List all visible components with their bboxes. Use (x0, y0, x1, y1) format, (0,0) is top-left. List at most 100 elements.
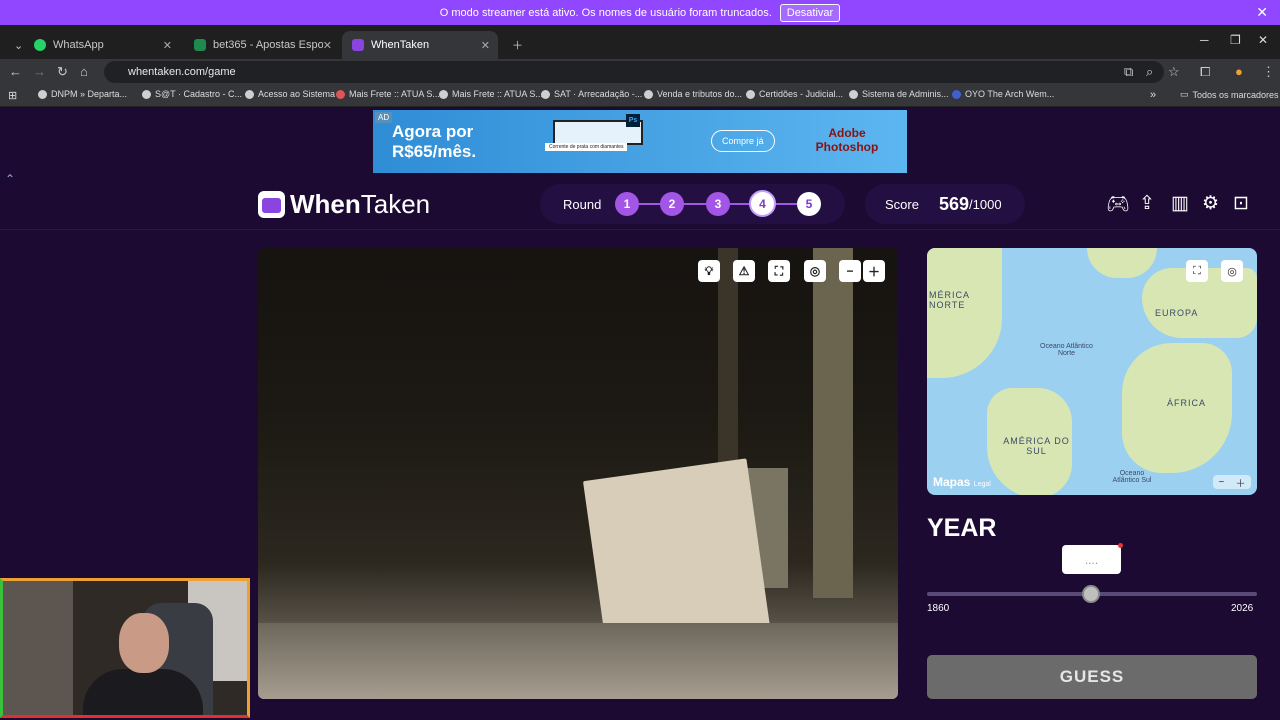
address-bar-row: ← → ↻ ⌂ whentaken.com/game ⧉ ⌕ ☆ ⧠ ● ⋮ (0, 59, 1280, 85)
bookmarks-bar: ⊞ DNPM » Departa... S@T · Cadastro - C..… (0, 85, 1280, 107)
minimize-icon[interactable]: ─ (1200, 33, 1209, 47)
ad-banner[interactable]: AD Agora por R$65/mês. Ps Corrente de pr… (373, 110, 907, 173)
guess-button[interactable]: GUESS (927, 655, 1257, 699)
bookmark-star-icon[interactable]: ☆ (1168, 64, 1180, 80)
url-text: whentaken.com/game (128, 66, 236, 78)
logo-text-when: When (290, 189, 361, 219)
close-tab-icon[interactable]: ✕ (323, 39, 332, 52)
bookmark-item[interactable]: Certidões - Judicial... (746, 89, 843, 99)
ad-cta-button[interactable]: Compre já (711, 130, 775, 152)
tab-search-button[interactable]: ⌄ (4, 31, 24, 59)
map-attribution: Mapas Legal (933, 475, 991, 489)
close-tab-icon[interactable]: ✕ (163, 39, 172, 52)
hotel-sign (582, 458, 771, 650)
round-4: 4 (749, 190, 776, 217)
game-photo[interactable]: 💡︎ ⚠ ⛶ ◎ − ＋ (258, 248, 898, 699)
round-5: 5 (797, 192, 821, 216)
land-africa (1122, 343, 1232, 473)
close-tab-icon[interactable]: ✕ (481, 39, 490, 52)
webcam-overlay (0, 578, 250, 718)
photo-ground (258, 623, 898, 699)
report-warning-icon[interactable]: ⚠ (733, 260, 755, 282)
bookmark-item[interactable]: DNPM » Departa... (38, 89, 127, 99)
year-slider-thumb[interactable] (1082, 585, 1100, 603)
hint-bulb-icon[interactable]: 💡︎ (698, 260, 720, 282)
whentaken-icon (352, 39, 364, 51)
stats-icon[interactable]: ▥ (1171, 192, 1189, 215)
tab-title: WhatsApp (53, 39, 104, 51)
bookmark-item[interactable]: Mais Frete :: ATUA S... (439, 89, 543, 99)
game-header: When Taken Round 1 2 3 4 5 Score 569 /100… (0, 178, 1280, 230)
photo-pillar (813, 248, 853, 598)
round-2: 2 (660, 192, 684, 216)
reload-icon[interactable]: ↻ (57, 64, 68, 80)
map-legal-link[interactable]: Legal (974, 481, 991, 488)
whentaken-logo[interactable]: When Taken (258, 189, 430, 220)
map-label: ÁFRICA (1167, 398, 1207, 408)
fullscreen-icon[interactable]: ⛶ (768, 260, 790, 282)
bookmark-item[interactable]: S@T · Cadastro - C... (142, 89, 242, 99)
score-label: Score (885, 196, 919, 212)
profile-icon[interactable]: ● (1235, 64, 1243, 79)
bookmark-item[interactable]: Acesso ao Sistema (245, 89, 335, 99)
menu-icon[interactable]: ⋮ (1262, 64, 1275, 80)
webcam-person-body (83, 669, 203, 715)
share-icon[interactable]: ⇪ (1139, 192, 1155, 215)
round-3: 3 (706, 192, 730, 216)
home-icon[interactable]: ⌂ (80, 64, 88, 79)
close-window-icon[interactable]: ✕ (1258, 33, 1268, 47)
tab-strip: ⌄ WhatsApp ✕ bet365 - Apostas Esportivas… (0, 25, 1280, 59)
ad-brand: Adobe Photoshop (815, 126, 879, 154)
tab-whatsapp[interactable]: WhatsApp ✕ (24, 31, 180, 59)
map-fullscreen-icon[interactable]: ⛶ (1186, 260, 1208, 282)
round-label: Round (563, 196, 602, 212)
zoom-out-icon[interactable]: − (839, 260, 861, 282)
webcam-person-head (119, 613, 169, 673)
restore-icon[interactable]: ❐ (1230, 33, 1241, 47)
forward-icon[interactable]: → (33, 64, 46, 79)
map-zoom-out-icon[interactable]: − (1219, 477, 1225, 488)
map-focus-icon[interactable]: ◎ (1221, 260, 1243, 282)
map-zoom-in-icon[interactable]: ＋ (1235, 475, 1245, 490)
bookmark-item[interactable]: Mais Frete :: ATUA S... (336, 89, 440, 99)
translate-icon[interactable]: ⧉ (1124, 64, 1133, 80)
back-icon[interactable]: ← (9, 64, 22, 79)
land-greenland (1087, 248, 1157, 278)
zoom-in-icon[interactable]: ＋ (863, 260, 885, 282)
tab-whentaken[interactable]: WhenTaken ✕ (342, 31, 498, 59)
gamepad-icon[interactable]: 🎮︎ (1106, 192, 1130, 216)
more-bookmarks-icon[interactable]: » (1150, 89, 1156, 101)
apps-icon[interactable]: ⊞ (8, 89, 17, 102)
focus-icon[interactable]: ◎ (804, 260, 826, 282)
settings-gear-icon[interactable]: ⚙ (1202, 192, 1219, 215)
world-map[interactable]: MÉRICA NORTE EUROPA Oceano Atlântico Nor… (927, 248, 1257, 495)
map-zoom-controls[interactable]: − ＋ (1213, 475, 1251, 490)
bookmark-item[interactable]: Sistema de Adminis... (849, 89, 949, 99)
bookmark-item[interactable]: Venda e tributos do... (644, 89, 742, 99)
deactivate-button[interactable]: Desativar (779, 3, 841, 22)
score-value: 569 (938, 193, 970, 214)
ad-caption: Corrente de prata com diamantes (545, 143, 628, 151)
map-attribution-text: Mapas (933, 475, 971, 489)
photoshop-icon: Ps (626, 114, 640, 127)
zoom-icon[interactable]: ⌕ (1146, 64, 1153, 80)
whatsapp-icon (34, 39, 46, 51)
new-tab-button[interactable]: ＋ (502, 31, 533, 59)
year-label: YEAR (927, 514, 997, 542)
bet365-icon (194, 39, 206, 51)
extensions-icon[interactable]: ⧠ (1200, 64, 1210, 80)
score-panel: Score 569 /1000 (865, 184, 1025, 224)
year-max: 2026 (1231, 603, 1254, 614)
account-icon[interactable]: ⊡ (1233, 192, 1249, 215)
bookmark-item[interactable]: OYO The Arch Wem... (952, 89, 1054, 99)
round-1: 1 (615, 192, 639, 216)
tab-bet365[interactable]: bet365 - Apostas Esportivas On ✕ (184, 31, 340, 59)
year-indicator-dot (1118, 543, 1123, 548)
close-banner-icon[interactable]: ✕ (1256, 4, 1268, 21)
webcam-wall (3, 581, 73, 715)
year-min: 1860 (927, 603, 950, 614)
url-input[interactable]: whentaken.com/game (104, 61, 1164, 83)
all-bookmarks-folder[interactable]: ▭ Todos os marcadores (1180, 89, 1279, 100)
ad-headline: Agora por R$65/mês. (392, 122, 477, 161)
bookmark-item[interactable]: SAT · Arrecadação -... (541, 89, 642, 99)
